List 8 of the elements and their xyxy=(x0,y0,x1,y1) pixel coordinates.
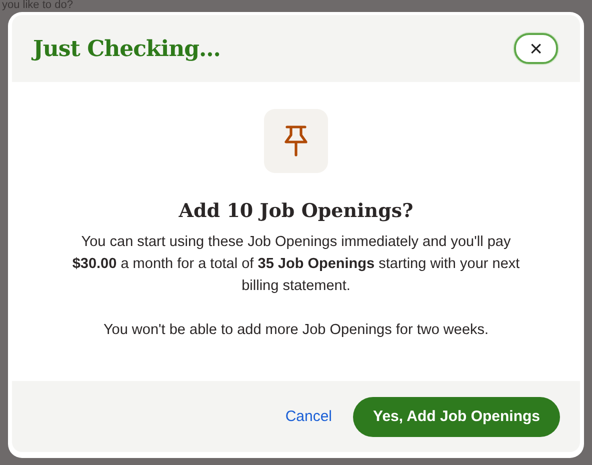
message-text: You won't be able to add more Job Openings for two weeks. xyxy=(102,321,490,340)
confirm-button[interactable]: Yes, Add Job Openings xyxy=(353,396,560,436)
dialog-heading: Add 10 Job Openings? xyxy=(178,200,414,222)
cancel-link[interactable]: Cancel xyxy=(281,404,336,429)
pushpin-icon xyxy=(283,125,309,157)
dialog-title: Just Checking... xyxy=(33,36,220,62)
close-button[interactable]: × xyxy=(514,33,558,64)
message-text: You can start using these Job Openings immediately and you'll pay $30.00 a month for a total of 35 Job Openings starting with your next billing statement. xyxy=(71,233,521,296)
